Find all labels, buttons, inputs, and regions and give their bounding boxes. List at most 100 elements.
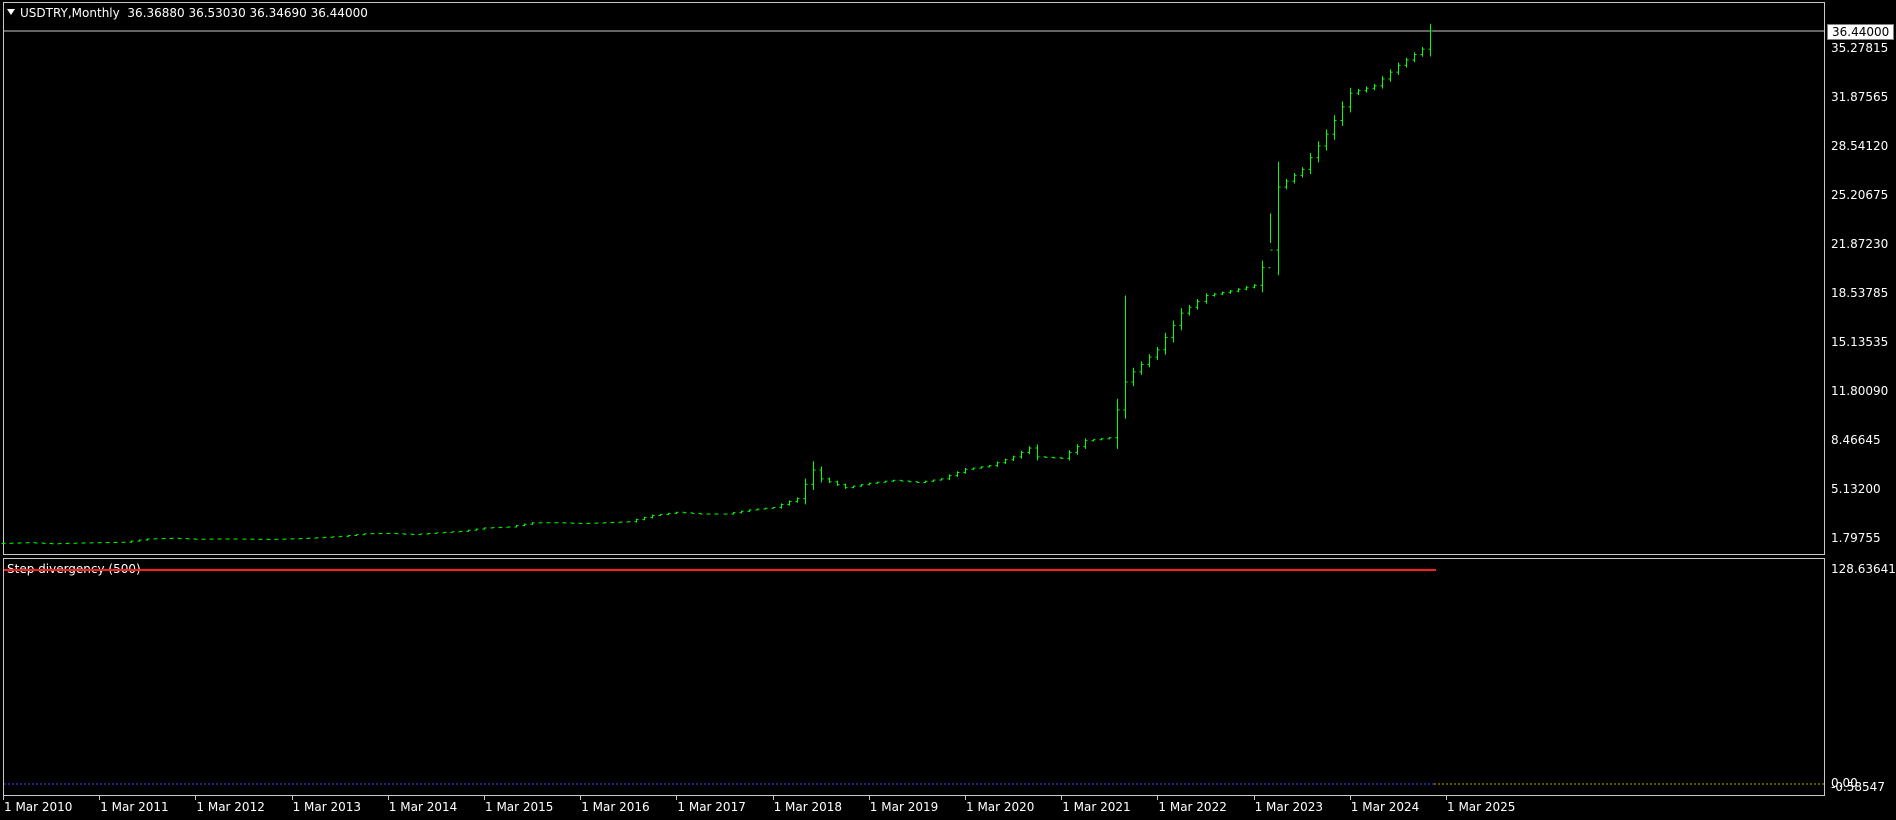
ohlc-bar — [883, 480, 888, 483]
ohlc-bar — [306, 537, 311, 539]
ohlc-bar — [795, 497, 800, 503]
ohlc-bar — [891, 479, 896, 482]
ohlc-bar — [402, 533, 407, 535]
ohlc-bar — [1292, 172, 1297, 184]
ohlc-bar — [1019, 450, 1024, 459]
ohlc-bar — [867, 482, 872, 486]
ohlc-bar — [843, 483, 848, 489]
ohlc-bar — [1059, 457, 1064, 459]
time-label: 1 Mar 2023 — [1254, 800, 1324, 814]
ohlc-bar — [1308, 153, 1313, 175]
ohlc-bar — [33, 542, 38, 544]
ohlc-bar — [1179, 308, 1184, 331]
price-tick: 11.80090 — [1831, 384, 1889, 398]
ohlc-bar — [931, 479, 936, 482]
ohlc-bar — [1107, 437, 1112, 440]
ohlc-bar — [747, 509, 752, 512]
ohlc-bar — [915, 481, 920, 484]
ohlc-bar — [474, 528, 479, 531]
ohlc-bar — [610, 521, 615, 524]
ohlc-bars — [1, 23, 1433, 545]
ohlc-bar — [1340, 101, 1345, 127]
ohlc-bar — [1091, 439, 1096, 442]
ohlc-bar — [899, 479, 904, 482]
ohlc-bar — [851, 485, 856, 489]
ohlc-bar — [674, 511, 679, 514]
time-label: 1 Mar 2020 — [966, 800, 1035, 814]
ohlc-bar — [49, 542, 54, 545]
ohlc-bar — [1115, 398, 1120, 449]
price-tick: 18.53785 — [1831, 286, 1889, 300]
ohlc-bar — [41, 542, 46, 544]
chart-window[interactable]: USDTRY,Monthly 36.36880 36.53030 36.3469… — [0, 0, 1896, 820]
ohlc-bar — [971, 467, 976, 470]
ohlc-bar — [811, 461, 816, 491]
ohlc-bar — [907, 480, 912, 483]
ohlc-bar — [1027, 446, 1032, 455]
ohlc-bar — [1163, 332, 1168, 355]
ohlc-bar — [354, 534, 359, 536]
time-label: 1 Mar 2018 — [773, 800, 843, 814]
ohlc-bar — [1051, 456, 1056, 459]
ohlc-bar — [1260, 260, 1265, 293]
ohlc-bar — [690, 512, 695, 514]
ohlc-bar — [650, 514, 655, 519]
ohlc-bar — [1316, 141, 1321, 163]
price-tick: 28.54120 — [1831, 139, 1889, 153]
ohlc-bar — [586, 522, 591, 525]
time-label: 1 Mar 2022 — [1158, 800, 1227, 814]
ohlc-bar — [1428, 23, 1433, 57]
ohlc-bar — [1412, 52, 1417, 63]
ohlc-bar — [514, 525, 519, 528]
ohlc-bar — [779, 503, 784, 509]
ohlc-bar — [947, 474, 952, 481]
time-label: 1 Mar 2025 — [1447, 800, 1516, 814]
ohlc-bar — [1252, 284, 1257, 289]
ohlc-bar — [618, 521, 623, 523]
ohlc-bar — [1067, 450, 1072, 461]
time-label: 1 Mar 2014 — [388, 800, 458, 814]
ohlc-bar — [1212, 292, 1217, 297]
ohlc-bar — [682, 511, 687, 514]
time-label: 1 Mar 2011 — [100, 800, 169, 814]
ohlc-bar — [1388, 69, 1393, 82]
ohlc-bar — [1420, 47, 1425, 57]
ohlc-bar — [1228, 290, 1233, 294]
ohlc-bar — [594, 522, 599, 524]
ohlc-bar — [803, 478, 808, 505]
ohlc-bar — [506, 526, 511, 528]
price-tick: 1.79755 — [1831, 531, 1881, 545]
ohlc-bar — [193, 538, 198, 540]
ohlc-bar — [570, 522, 575, 524]
price-chart[interactable] — [0, 0, 1896, 820]
ohlc-bar — [1147, 354, 1152, 368]
ohlc-bar — [177, 537, 182, 540]
time-label: 1 Mar 2024 — [1350, 800, 1420, 814]
ohlc-bar — [562, 522, 567, 524]
ohlc-bar — [145, 538, 150, 541]
ohlc-bar — [835, 480, 840, 486]
ohlc-bar — [482, 527, 487, 530]
ohlc-bar — [1380, 76, 1385, 89]
ohlc-bar — [955, 471, 960, 477]
ohlc-bar — [137, 539, 142, 542]
ohlc-bar — [346, 534, 351, 537]
ohlc-bar — [626, 521, 631, 523]
ohlc-bar — [1123, 295, 1128, 419]
ohlc-bar — [442, 531, 447, 534]
ohlc-bar — [418, 533, 423, 536]
ohlc-bar — [1404, 57, 1409, 68]
ohlc-bar — [602, 522, 607, 524]
ohlc-bar — [1155, 346, 1160, 361]
ohlc-bar — [827, 477, 832, 483]
ohlc-bar — [995, 461, 1000, 467]
ohlc-bar — [859, 484, 864, 487]
ohlc-bar — [1043, 456, 1048, 458]
ohlc-bar — [1300, 167, 1305, 178]
ohlc-bar — [434, 532, 439, 534]
ohlc-bar — [490, 527, 495, 529]
ohlc-bar — [466, 529, 471, 532]
price-tick: 35.27815 — [1831, 41, 1889, 55]
ohlc-bar — [1011, 455, 1016, 461]
ohlc-bar — [979, 466, 984, 469]
